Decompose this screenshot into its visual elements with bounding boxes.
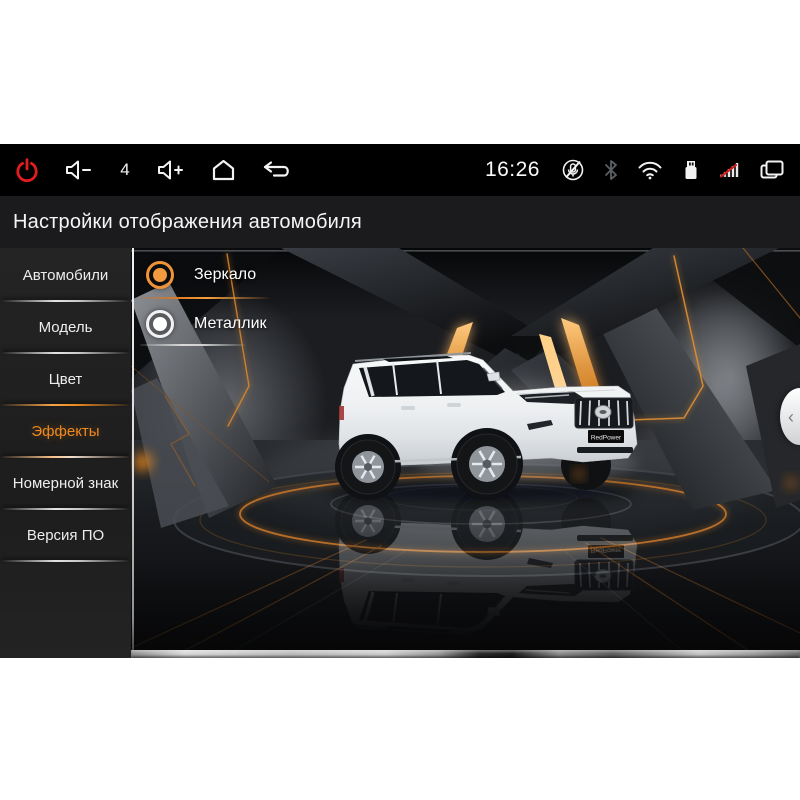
- volume-down-button[interactable]: [64, 158, 94, 182]
- sidebar-item-color[interactable]: Цвет: [0, 354, 131, 404]
- back-button[interactable]: [261, 158, 293, 182]
- page-title: Настройки отображения автомобиля: [13, 211, 362, 234]
- usb-storage-icon: [680, 158, 702, 182]
- option-mirror[interactable]: Зеркало: [146, 261, 256, 289]
- sidebar-item-license-plate[interactable]: Номерной знак: [0, 458, 131, 508]
- option-label: Металлик: [194, 315, 267, 333]
- chevron-left-icon: ‹: [788, 408, 794, 426]
- wifi-icon: [636, 159, 664, 181]
- power-button[interactable]: [14, 157, 40, 183]
- radio-metallic[interactable]: [146, 310, 174, 338]
- divider: [2, 560, 129, 562]
- title-bar: Настройки отображения автомобиля: [0, 196, 800, 248]
- status-bar: 4 16:26: [0, 144, 800, 196]
- head-unit-screen: 4 16:26: [0, 144, 800, 658]
- sidebar: Автомобили Модель Цвет Эффекты Номерной …: [0, 248, 131, 658]
- volume-up-button[interactable]: [156, 158, 186, 182]
- sidebar-item-software-version[interactable]: Версия ПО: [0, 510, 131, 560]
- volume-level: 4: [118, 160, 132, 180]
- signal-strength-icon: [718, 159, 742, 181]
- sidebar-item-effects[interactable]: Эффекты: [0, 406, 131, 456]
- option-divider: [140, 344, 246, 346]
- sidebar-item-cars[interactable]: Автомобили: [0, 250, 131, 300]
- radio-mirror[interactable]: [146, 261, 174, 289]
- option-metallic[interactable]: Металлик: [146, 310, 267, 338]
- floor-edge-strip: [131, 650, 800, 658]
- sidebar-item-model[interactable]: Модель: [0, 302, 131, 352]
- panel-separator-line: [132, 248, 134, 658]
- car-viewport[interactable]: RedPower: [131, 248, 800, 658]
- home-button[interactable]: [210, 158, 237, 182]
- clock: 16:26: [485, 158, 540, 182]
- floor-vignette: [131, 558, 800, 658]
- option-divider: [140, 297, 270, 299]
- mic-muted-icon: [560, 157, 586, 183]
- option-label: Зеркало: [194, 266, 256, 284]
- recent-apps-button[interactable]: [758, 158, 786, 182]
- radio-dot: [153, 268, 167, 282]
- radio-dot: [153, 317, 167, 331]
- bluetooth-icon: [602, 158, 620, 182]
